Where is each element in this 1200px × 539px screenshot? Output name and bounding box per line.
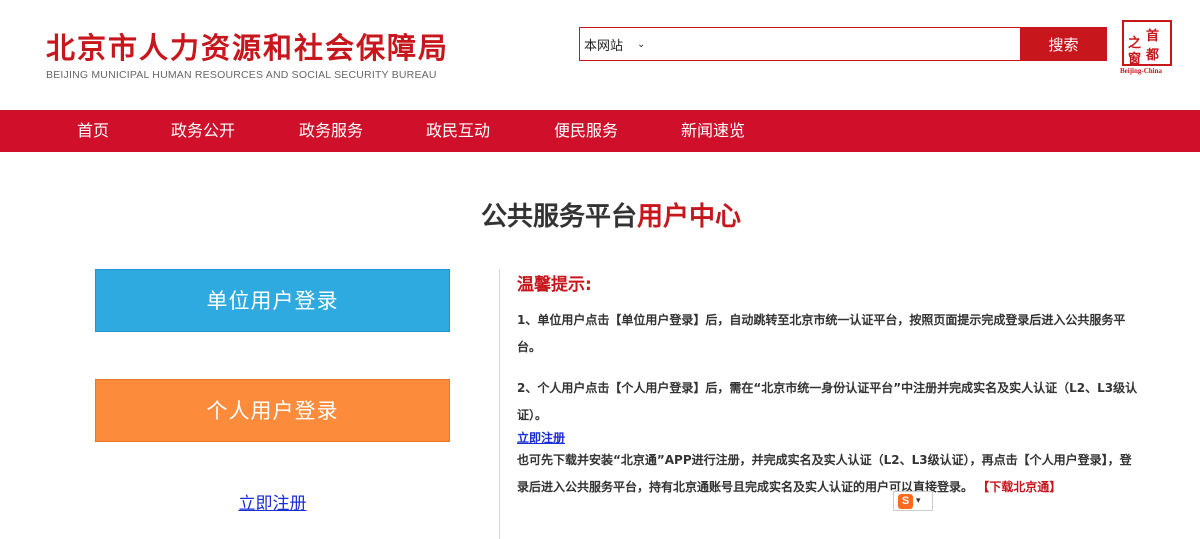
chevron-down-icon: ▾ bbox=[916, 496, 921, 506]
page-title-main: 公共服务平台 bbox=[480, 202, 637, 232]
page-title: 公共服务平台用户中心 bbox=[0, 196, 1200, 233]
logo-subtitle: Beijing-China bbox=[1120, 67, 1163, 75]
search-scope-value: 本网站 bbox=[584, 38, 624, 54]
tip-personal-login: 2、个人用户点击【个人用户登录】后，需在“北京市统一身份认证平台”中注册并完成实… bbox=[517, 381, 1138, 422]
vertical-divider bbox=[499, 269, 500, 539]
download-beijingtong-link[interactable]: 【下载北京通】 bbox=[977, 480, 1061, 494]
logo-char: 都 bbox=[1146, 48, 1160, 63]
unit-login-button[interactable]: 单位用户登录 bbox=[95, 269, 450, 332]
site-subtitle: BEIJING MUNICIPAL HUMAN RESOURCES AND SO… bbox=[46, 69, 437, 81]
site-title[interactable]: 北京市人力资源和社会保障局 bbox=[46, 25, 449, 67]
search-scope-select[interactable]: 本网站 ⌄ bbox=[584, 32, 645, 56]
nav-item-convenience[interactable]: 便民服务 bbox=[554, 110, 618, 152]
logo-char: 窗 bbox=[1128, 52, 1142, 67]
tip-register-link[interactable]: 立即注册 bbox=[517, 429, 1142, 447]
nav-item-interaction[interactable]: 政民互动 bbox=[426, 110, 490, 152]
page-title-accent: 用户中心 bbox=[637, 202, 742, 232]
nav-item-news[interactable]: 新闻速览 bbox=[681, 110, 745, 152]
tips-panel: 温馨提示: 1、单位用户点击【单位用户登录】后，自动跳转至北京市统一认证平台，按… bbox=[517, 270, 1142, 501]
sogou-ime-icon[interactable]: S ▾ bbox=[893, 491, 933, 511]
tips-title: 温馨提示: bbox=[517, 275, 592, 295]
search-button[interactable]: 搜索 bbox=[1020, 27, 1107, 61]
logo-char: 首 bbox=[1146, 29, 1160, 44]
nav-item-home[interactable]: 首页 bbox=[77, 110, 109, 152]
site-header: 北京市人力资源和社会保障局 BEIJING MUNICIPAL HUMAN RE… bbox=[0, 0, 1200, 110]
chevron-down-icon: ⌄ bbox=[637, 38, 646, 50]
search-bar: 本网站 ⌄ 搜索 bbox=[579, 27, 1107, 61]
tip-beijingtong: 也可先下载并安装“北京通”APP进行注册，并完成实名及实人认证（L2、L3级认证… bbox=[517, 447, 1142, 501]
sogou-s-icon: S bbox=[898, 493, 913, 509]
nav-item-gov-affairs-public[interactable]: 政务公开 bbox=[171, 110, 235, 152]
nav-item-gov-services[interactable]: 政务服务 bbox=[299, 110, 363, 152]
register-link[interactable]: 立即注册 bbox=[0, 489, 545, 514]
capital-window-logo[interactable]: 首 都 之 窗 Beijing-China bbox=[1120, 20, 1172, 76]
tip-unit-login: 1、单位用户点击【单位用户登录】后，自动跳转至北京市统一认证平台，按照页面提示完… bbox=[517, 313, 1126, 354]
main-nav: 首页 政务公开 政务服务 政民互动 便民服务 新闻速览 bbox=[0, 110, 1200, 152]
personal-login-button[interactable]: 个人用户登录 bbox=[95, 379, 450, 442]
search-input[interactable] bbox=[670, 30, 1015, 58]
